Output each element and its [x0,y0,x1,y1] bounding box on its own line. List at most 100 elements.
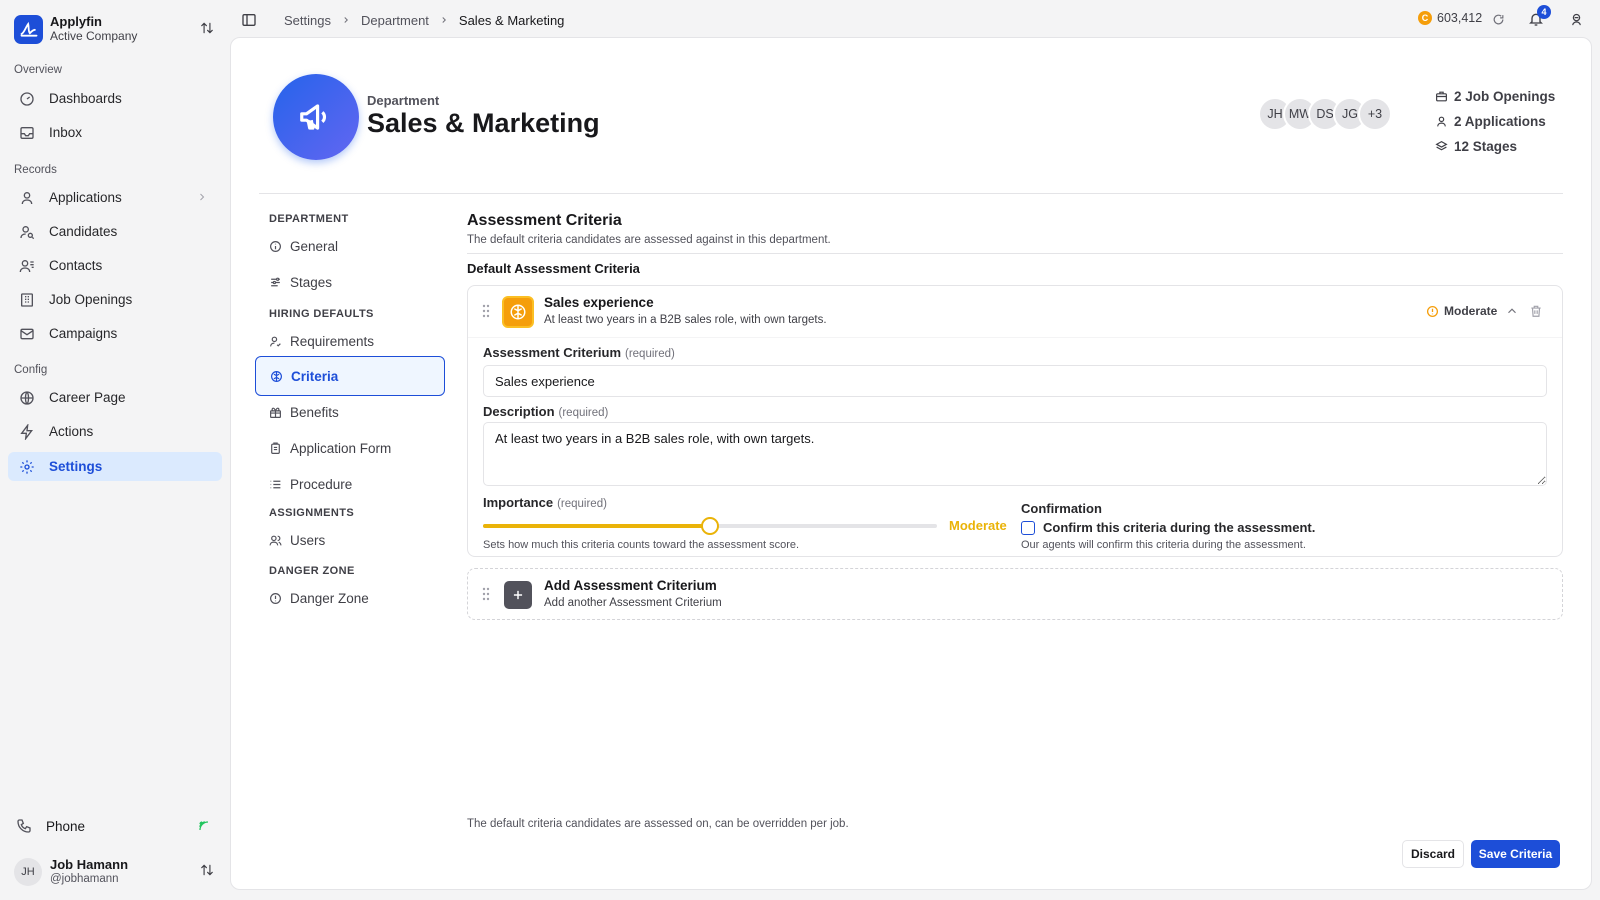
stat-stages[interactable]: 12 Stages [1435,134,1555,159]
drag-handle-icon[interactable] [482,304,490,318]
settings-nav-procedure[interactable]: Procedure [255,464,445,504]
settings-nav-label: General [290,238,339,254]
chevron-up-icon[interactable] [1505,304,1519,318]
credits-balance[interactable]: C 603,412 [1418,11,1482,25]
criterion-name: Sales experience [544,295,654,310]
switch-arrows-icon[interactable] [200,863,214,877]
stat-label: 12 Stages [1454,139,1518,154]
criterion-card-header[interactable]: Sales experience At least two years in a… [468,286,1562,338]
sidebar-item-inbox[interactable]: Inbox [8,118,222,147]
avatar: JH [14,858,42,886]
sidebar-item-career-page[interactable]: Career Page [8,383,222,412]
settings-nav-benefits[interactable]: Benefits [255,392,445,432]
settings-nav-stages[interactable]: Stages [255,262,445,302]
criterion-card: Sales experience At least two years in a… [467,285,1563,557]
save-criteria-button[interactable]: Save Criteria [1471,840,1560,868]
settings-nav-users[interactable]: Users [255,520,445,560]
zap-icon [19,423,35,440]
sidebar-item-label: Contacts [49,258,103,273]
required-hint: (required) [558,407,609,419]
user-check-icon [269,335,282,348]
importance-slider[interactable] [483,517,937,535]
stat-job-openings[interactable]: 2 Job Openings [1435,84,1555,109]
switch-arrows-icon[interactable] [200,21,214,35]
sidebar-item-label: Settings [49,459,103,474]
trash-icon[interactable] [1529,304,1543,318]
mail-icon [19,326,35,342]
breadcrumb-settings[interactable]: Settings [284,13,331,28]
list-icon [269,478,282,491]
settings-nav-criteria[interactable]: Criteria [255,356,445,396]
sidebar-item-settings[interactable]: Settings [8,452,222,481]
company-switcher[interactable]: Applyfin Active Company [14,13,220,45]
add-criterion-card[interactable]: Add Assessment Criterium Add another Ass… [467,568,1563,620]
sidebar-item-dashboards[interactable]: Dashboards [8,84,222,113]
settings-nav-label: Requirements [290,333,375,349]
settings-nav-label: Danger Zone [290,590,369,606]
divider [259,193,1563,194]
description-textarea[interactable]: At least two years in a B2B sales role, … [483,422,1547,486]
sidebar-item-job-openings[interactable]: Job Openings [8,285,222,314]
sidebar-toggle-icon[interactable] [241,12,257,28]
importance-value: Moderate [949,518,1007,533]
plus-icon[interactable] [504,581,532,609]
settings-nav-general[interactable]: General [255,226,445,266]
settings-group-department: DEPARTMENT [269,213,349,225]
sidebar-item-applications[interactable]: Applications [8,183,222,212]
description-field-label: Description (required) [483,404,608,419]
company-name: Applyfin [50,14,102,29]
phone-status[interactable]: Phone [8,813,222,839]
confirmation-option[interactable]: Confirm this criteria during the assessm… [1021,520,1315,535]
settings-group-assignments: ASSIGNMENTS [269,507,355,519]
settings-nav-label: Users [290,532,326,548]
phone-label: Phone [46,818,86,834]
breadcrumb-department[interactable]: Department [361,13,429,28]
sidebar-item-contacts[interactable]: Contacts [8,251,222,280]
coin-icon: C [1418,11,1432,25]
sidebar-item-actions[interactable]: Actions [8,417,222,446]
user-search-icon [19,224,35,240]
chevron-right-icon [341,15,351,25]
sidebar-item-campaigns[interactable]: Campaigns [8,319,222,348]
criterion-summary: At least two years in a B2B sales role, … [544,314,827,326]
sidebar-item-candidates[interactable]: Candidates [8,217,222,246]
signal-icon [198,820,210,832]
credits-value: 603,412 [1437,11,1483,25]
importance-slider-fill [483,524,710,528]
notification-badge: 4 [1537,5,1551,19]
confirmation-label: Confirmation [1021,501,1102,516]
user-switcher[interactable]: JH Job Hamann @jobhamann [14,854,220,890]
sidebar-item-label: Job Openings [49,292,133,307]
chevron-right-icon[interactable] [196,191,208,203]
field-label-text: Assessment Criterium [483,345,621,360]
gear-icon [19,459,35,475]
refresh-icon[interactable] [1492,13,1505,26]
info-icon [269,240,282,253]
settings-group-hiring-defaults: HIRING DEFAULTS [269,308,374,320]
section-title: Assessment Criteria [467,212,622,229]
sidebar-item-label: Campaigns [49,326,118,341]
importance-field-label: Importance (required) [483,495,607,510]
sidebar-item-label: Inbox [49,125,83,140]
gift-icon [269,406,282,419]
confirmation-checkbox[interactable] [1021,520,1035,535]
company-subtitle: Active Company [50,29,138,43]
nav-group-overview: Overview [14,64,62,76]
brain-icon [502,296,534,328]
discard-button[interactable]: Discard [1402,840,1464,868]
drag-handle-icon [482,587,490,601]
section-description: The default criteria candidates are asse… [467,234,831,246]
stat-applications[interactable]: 2 Applications [1435,109,1555,134]
settings-nav-danger-zone[interactable]: Danger Zone [255,578,445,618]
support-icon[interactable] [1569,12,1584,27]
settings-nav-application-form[interactable]: Application Form [255,428,445,468]
settings-nav-label: Criteria [291,368,339,384]
member-avatars[interactable]: JH MW DS JG +3 [1258,97,1392,131]
criterion-input[interactable] [483,365,1547,397]
importance-slider-thumb[interactable] [701,517,719,535]
main-panel: Department Sales & Marketing JH MW DS JG… [230,37,1592,890]
settings-nav-requirements[interactable]: Requirements [255,321,445,361]
settings-nav-label: Procedure [290,476,353,492]
user-handle: @jobhamann [50,873,119,885]
criterion-field-label: Assessment Criterium (required) [483,345,675,360]
